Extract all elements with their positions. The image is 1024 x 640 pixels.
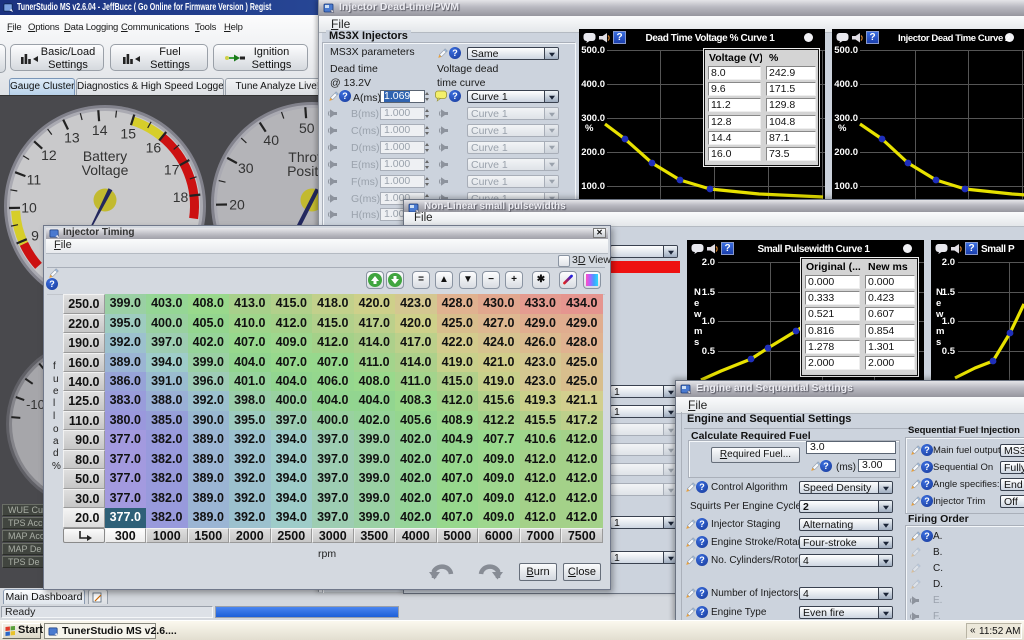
- svg-text:50: 50: [299, 120, 315, 136]
- svg-text:30: 30: [238, 160, 254, 176]
- svg-text:20: 20: [229, 196, 245, 212]
- svg-text:10: 10: [21, 200, 37, 216]
- svg-text:18: 18: [172, 189, 188, 205]
- svg-text:40: 40: [263, 132, 279, 148]
- svg-text:17: 17: [163, 162, 179, 178]
- svg-text:Voltage: Voltage: [81, 162, 128, 178]
- svg-text:11: 11: [26, 171, 41, 187]
- svg-text:12: 12: [41, 147, 57, 163]
- svg-text:15: 15: [120, 126, 136, 142]
- svg-text:16: 16: [145, 139, 161, 155]
- svg-text:13: 13: [64, 130, 80, 146]
- svg-text:14: 14: [91, 122, 107, 138]
- svg-text:9: 9: [31, 228, 39, 244]
